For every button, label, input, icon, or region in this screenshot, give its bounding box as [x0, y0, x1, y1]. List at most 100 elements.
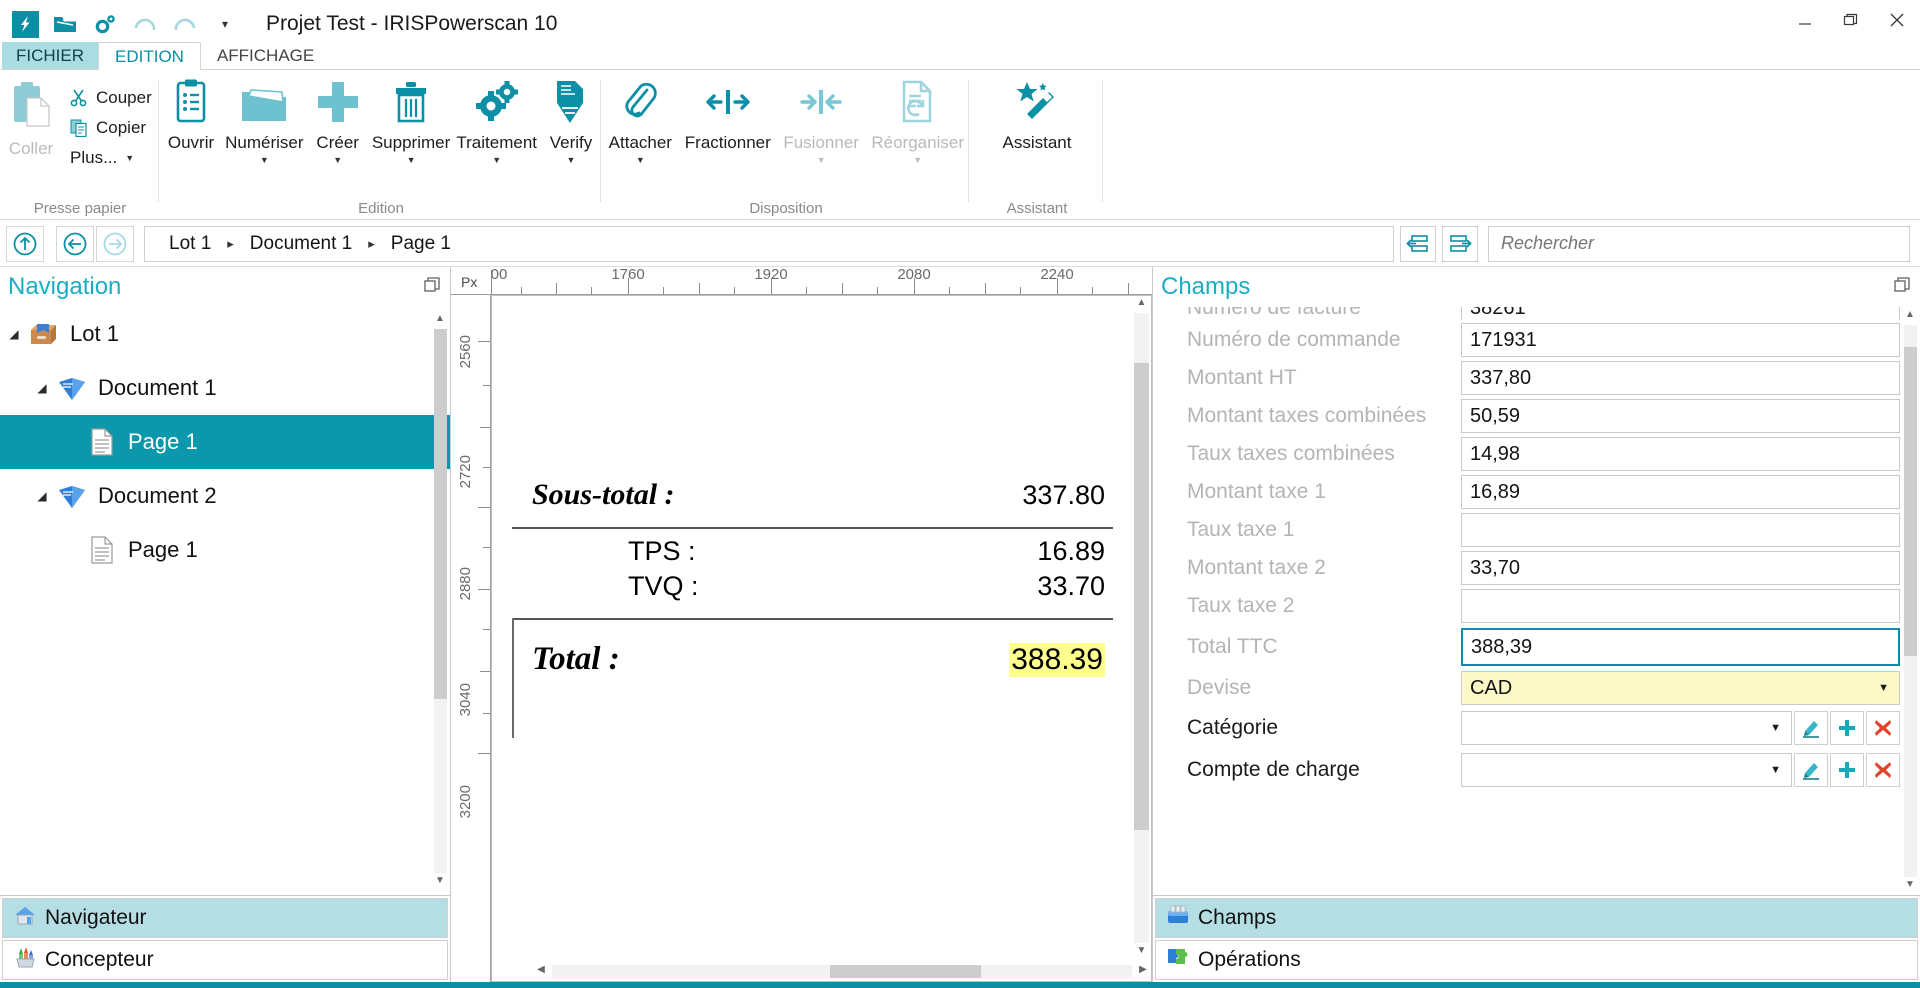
delete-button[interactable]: Supprimer ▼ — [369, 76, 454, 165]
scrollbar-track[interactable] — [1134, 313, 1149, 943]
processing-button[interactable]: Traitement ▼ — [453, 76, 540, 165]
cut-button[interactable]: Couper — [68, 84, 152, 111]
scroll-down-icon[interactable]: ▼ — [1905, 879, 1915, 893]
open-project-icon[interactable] — [50, 9, 80, 39]
more-button[interactable]: Plus... ▼ — [68, 144, 152, 171]
field-value-tax1-amount[interactable]: 16,89 — [1461, 475, 1900, 509]
cross-icon[interactable] — [1866, 753, 1900, 787]
field-label: Devise — [1187, 676, 1252, 699]
chevron-down-icon[interactable]: ▼ — [1878, 682, 1889, 694]
redo-icon[interactable] — [170, 9, 200, 39]
scrollbar-thumb[interactable] — [1903, 347, 1917, 657]
field-value-currency[interactable]: CAD ▼ — [1461, 671, 1900, 705]
field-value-tax2-amount[interactable]: 33,70 — [1461, 551, 1900, 585]
create-caret-icon[interactable]: ▼ — [333, 156, 342, 165]
breadcrumb-item-document[interactable]: Document 1 — [250, 233, 352, 255]
scroll-right-icon[interactable]: ▶ — [1135, 964, 1151, 978]
scroll-up-icon[interactable]: ▲ — [435, 313, 445, 327]
field-value-category[interactable]: ▼ — [1461, 711, 1792, 745]
scroll-up-icon[interactable]: ▲ — [1905, 309, 1915, 323]
tree-item-document-1[interactable]: ◢ Document 1 — [0, 361, 450, 415]
split-button[interactable]: Fractionner — [679, 76, 777, 153]
field-value-tax1-rate[interactable] — [1461, 513, 1900, 547]
plus-icon[interactable] — [1830, 753, 1864, 787]
scan-button[interactable]: Numériser ▼ — [222, 76, 307, 165]
settings-icon[interactable] — [90, 9, 120, 39]
create-button[interactable]: Créer ▼ — [307, 76, 369, 165]
undo-icon[interactable] — [130, 9, 160, 39]
scanned-page[interactable]: Sous-total : 337.80 TPS : 16.89 TVQ : 33… — [491, 295, 1152, 982]
field-value-combined-tax-rate[interactable]: 14,98 — [1461, 437, 1900, 471]
copy-button[interactable]: Copier — [68, 114, 152, 141]
tab-fichier[interactable]: FICHIER — [2, 42, 98, 70]
edit-pencil-icon[interactable] — [1794, 711, 1828, 745]
breadcrumb-item-page[interactable]: Page 1 — [391, 233, 451, 255]
field-value-order-number[interactable]: 171931 — [1461, 323, 1900, 357]
pin-panel-icon[interactable] — [424, 276, 440, 298]
breadcrumb-item-batch[interactable]: Lot 1 — [169, 233, 211, 255]
delete-caret-icon[interactable]: ▼ — [407, 156, 416, 165]
field-value-invoice-number[interactable]: 38261 — [1461, 307, 1900, 320]
scrollbar-thumb[interactable] — [433, 329, 447, 699]
field-value-tax2-rate[interactable] — [1461, 589, 1900, 623]
tab-champs[interactable]: Champs — [1155, 898, 1918, 938]
restore-button[interactable] — [1828, 0, 1874, 40]
open-button[interactable]: Ouvrir — [160, 76, 222, 153]
scrollbar-thumb[interactable] — [1134, 363, 1149, 830]
breadcrumb[interactable]: Lot 1 ▸ Document 1 ▸ Page 1 — [144, 225, 1394, 262]
tree-item-page-1-doc2[interactable]: Page 1 — [0, 523, 450, 577]
processing-caret-icon[interactable]: ▼ — [492, 156, 501, 165]
tab-operations[interactable]: Opérations — [1155, 940, 1918, 980]
field-value-expense-account[interactable]: ▼ — [1461, 753, 1792, 787]
tree-item-lot-1[interactable]: ◢ Lot 1 — [0, 307, 450, 361]
tree-item-document-2[interactable]: ◢ Document 2 — [0, 469, 450, 523]
tab-navigateur[interactable]: Navigateur — [2, 898, 448, 938]
chevron-down-icon[interactable]: ▼ — [1770, 764, 1781, 776]
close-button[interactable] — [1874, 0, 1920, 40]
expand-collapse-icon[interactable]: ◢ — [32, 489, 52, 503]
scroll-down-icon[interactable]: ▼ — [435, 875, 445, 889]
navigation-scrollbar[interactable]: ▲ ▼ — [432, 313, 448, 889]
cross-icon[interactable] — [1866, 711, 1900, 745]
go-up-button[interactable] — [6, 225, 44, 262]
collapse-right-icon[interactable] — [1442, 225, 1478, 262]
attach-caret-icon[interactable]: ▼ — [636, 156, 645, 165]
search-box[interactable] — [1488, 225, 1910, 262]
tab-affichage[interactable]: AFFICHAGE — [201, 42, 330, 70]
fields-scrollbar[interactable]: ▲ ▼ — [1902, 309, 1918, 893]
scrollbar-track[interactable] — [433, 329, 447, 873]
field-value-amount-ht[interactable]: 337,80 — [1461, 361, 1900, 395]
chevron-down-icon[interactable]: ▼ — [1770, 722, 1781, 734]
verify-caret-icon[interactable]: ▼ — [567, 156, 576, 165]
invoice-value: 388.39 — [1009, 643, 1105, 677]
viewer-horizontal-scrollbar[interactable]: ◀ ▶ — [533, 961, 1151, 981]
pin-panel-icon[interactable] — [1894, 276, 1910, 298]
expand-collapse-icon[interactable]: ◢ — [32, 381, 52, 395]
scrollbar-track[interactable] — [552, 964, 1132, 978]
verify-button[interactable]: Verify ▼ — [540, 76, 602, 165]
tab-concepteur[interactable]: Concepteur — [2, 940, 448, 980]
attach-button[interactable]: Attacher ▼ — [602, 76, 679, 165]
plus-icon[interactable] — [1830, 711, 1864, 745]
tab-label: Concepteur — [45, 948, 154, 971]
tree-item-page-1-doc1[interactable]: Page 1 — [0, 415, 450, 469]
search-input[interactable] — [1501, 233, 1909, 254]
scroll-left-icon[interactable]: ◀ — [533, 964, 549, 978]
field-value-total-ttc[interactable]: 388,39 — [1461, 628, 1900, 666]
scrollbar-track[interactable] — [1903, 325, 1917, 877]
minimize-button[interactable] — [1782, 0, 1828, 40]
scroll-down-icon[interactable]: ▼ — [1137, 945, 1147, 959]
customize-caret-icon[interactable]: ▾ — [210, 9, 240, 39]
pencils-icon — [13, 946, 37, 974]
field-value-combined-tax-amount[interactable]: 50,59 — [1461, 399, 1900, 433]
collapse-left-icon[interactable] — [1400, 225, 1436, 262]
viewer-vertical-scrollbar[interactable]: ▲ ▼ — [1133, 297, 1150, 959]
expand-collapse-icon[interactable]: ◢ — [4, 327, 24, 341]
tab-edition[interactable]: EDITION — [98, 42, 201, 70]
go-back-button[interactable] — [56, 225, 94, 262]
edit-pencil-icon[interactable] — [1794, 753, 1828, 787]
scrollbar-thumb[interactable] — [830, 964, 982, 978]
scroll-up-icon[interactable]: ▲ — [1137, 297, 1147, 311]
assistant-button[interactable]: Assistant — [995, 76, 1080, 153]
scan-caret-icon[interactable]: ▼ — [260, 156, 269, 165]
